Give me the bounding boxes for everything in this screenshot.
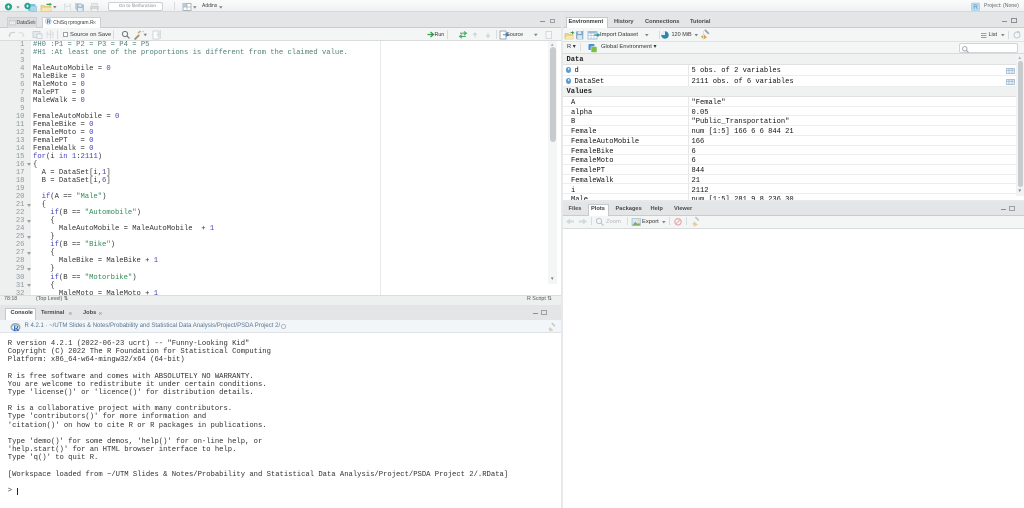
svg-text:R: R	[13, 324, 19, 333]
svg-text:R: R	[973, 4, 978, 11]
svg-text:R: R	[47, 19, 51, 25]
